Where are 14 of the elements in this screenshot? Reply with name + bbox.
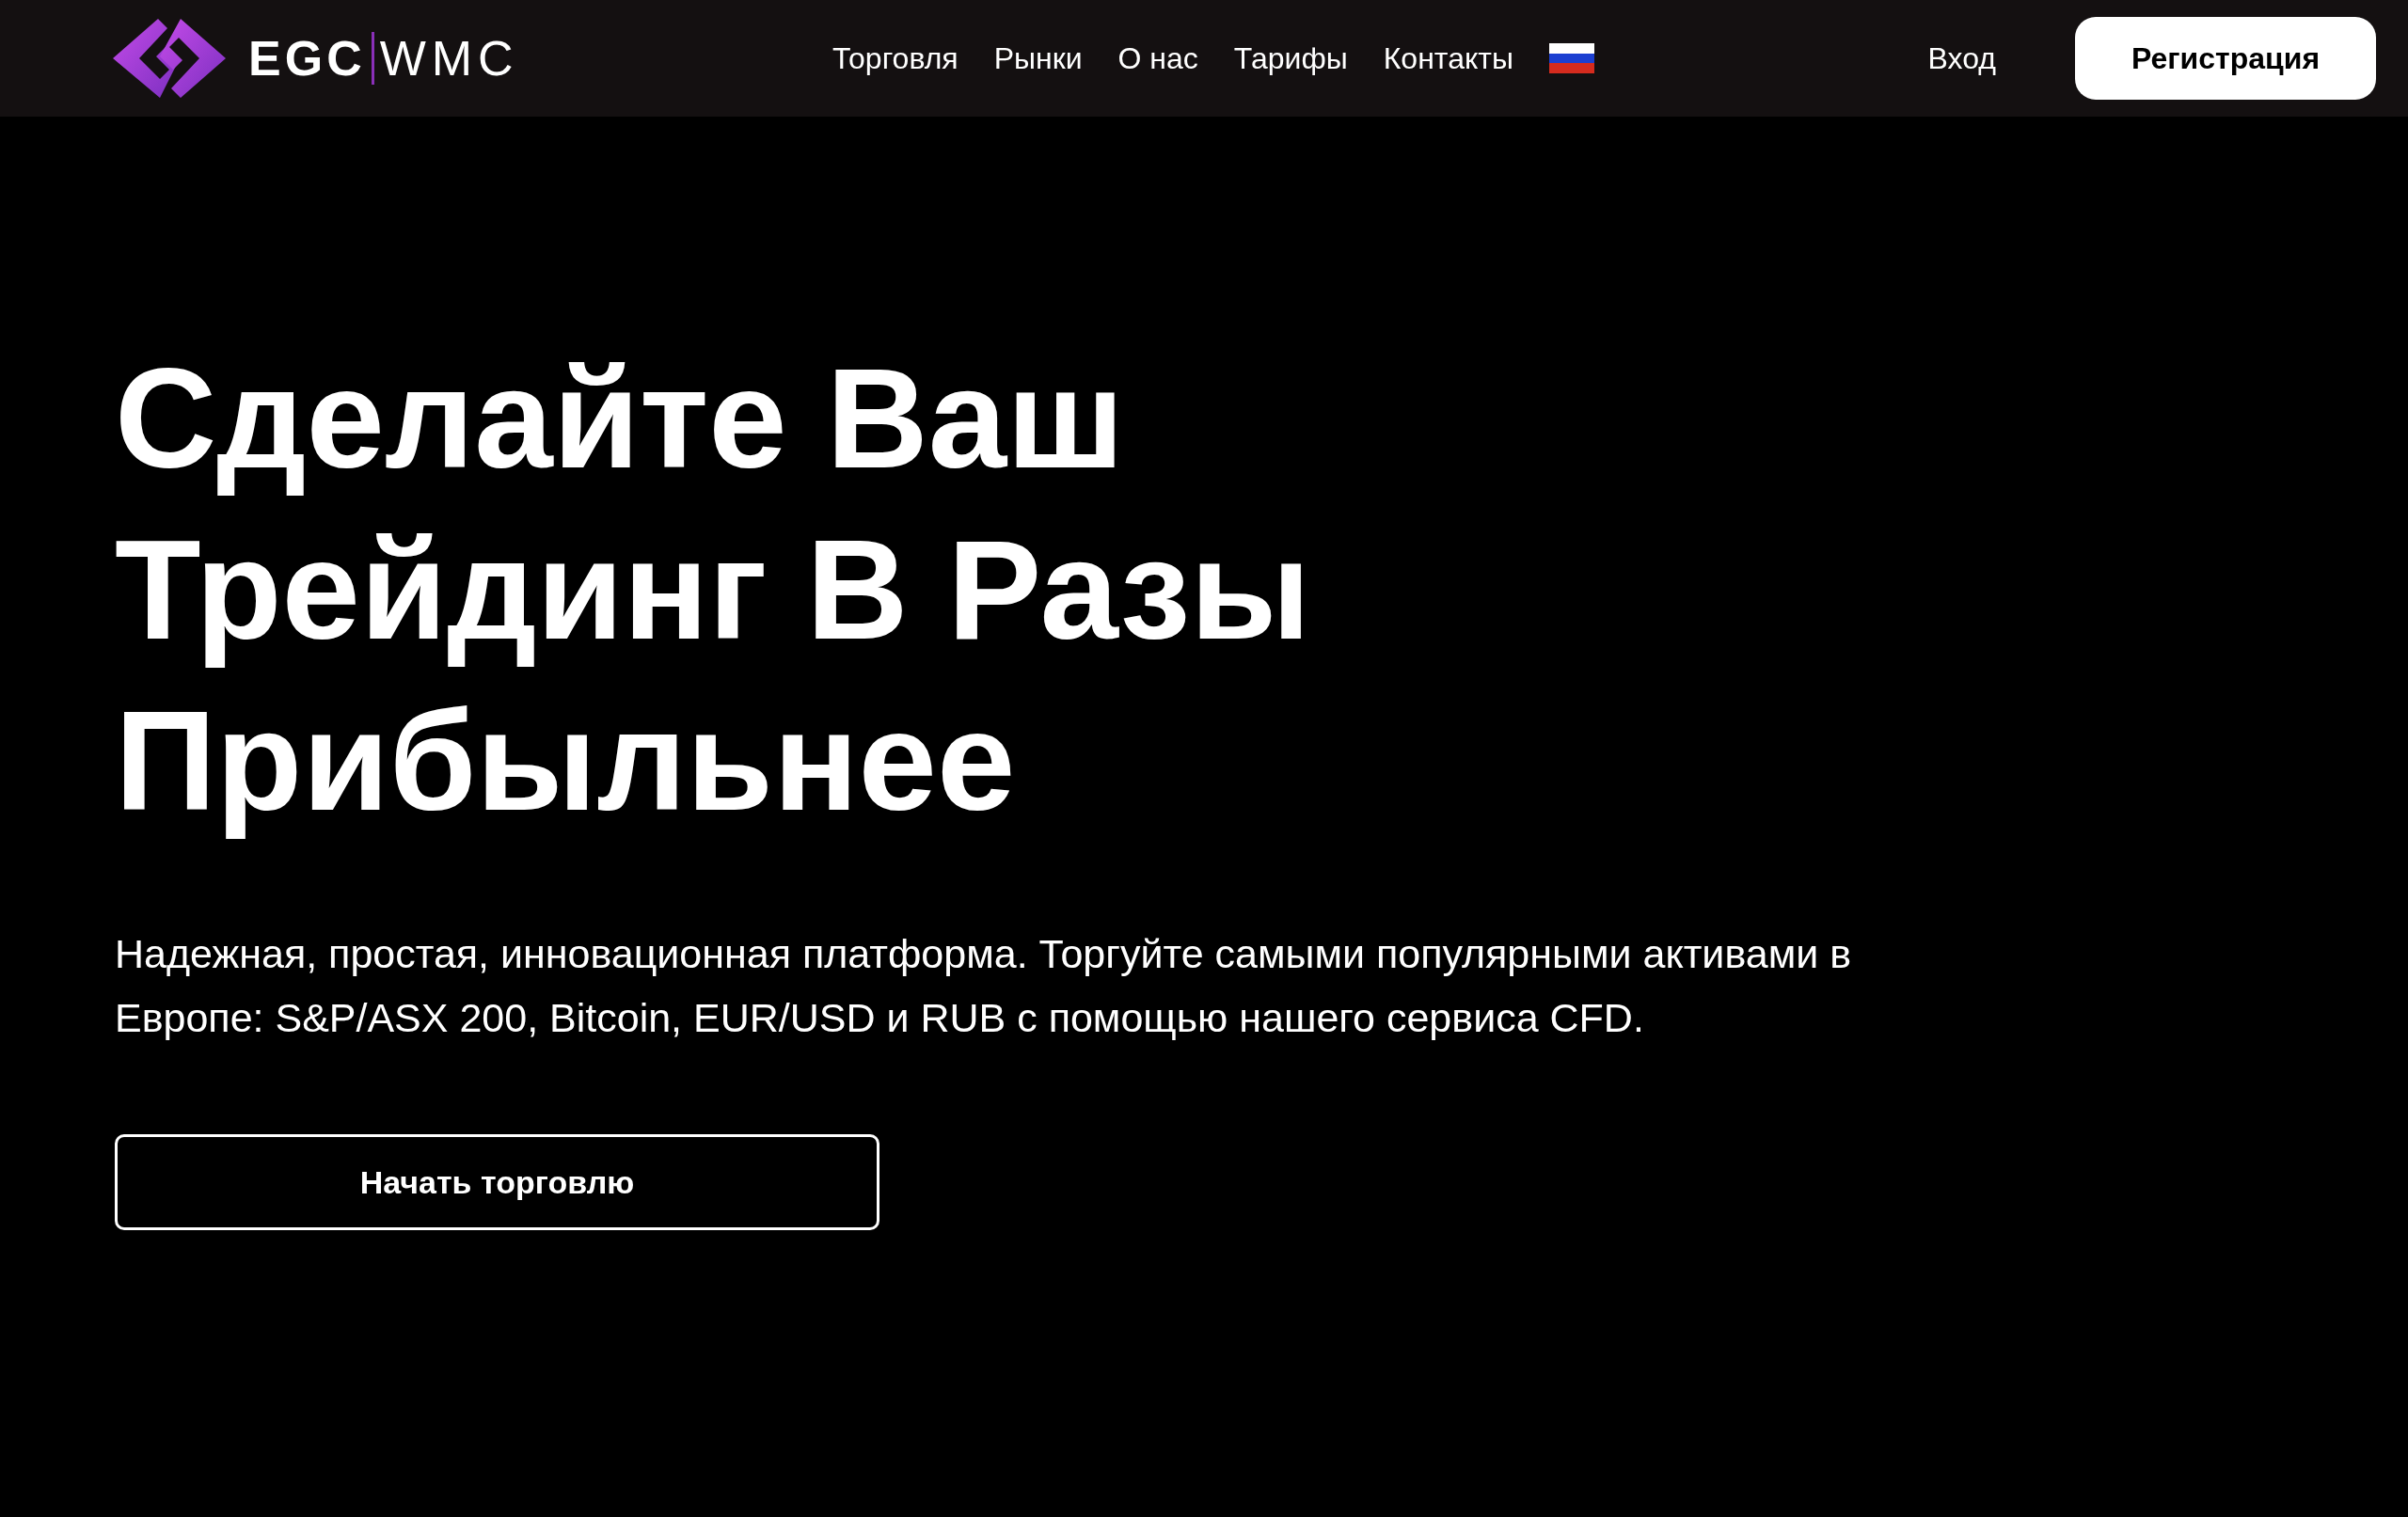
hero-title: Сделайте Ваш Трейдинг В Разы Прибыльнее — [115, 339, 1312, 842]
login-link[interactable]: Вход — [1927, 36, 1996, 81]
nav-link[interactable]: О нас — [1117, 36, 1198, 81]
register-button[interactable]: Регистрация — [2075, 17, 2376, 100]
start-trading-button[interactable]: Начать торговлю — [115, 1134, 879, 1230]
nav-link[interactable]: Торговля — [832, 36, 958, 81]
logo-divider — [371, 32, 374, 85]
nav-link[interactable]: Тарифы — [1233, 36, 1348, 81]
logo-text: WMC — [379, 30, 519, 87]
logo-text: EGC — [248, 30, 366, 87]
nav-link[interactable]: Контакты — [1383, 36, 1513, 81]
hero-description: Надежная, простая, инновационная платформа. Торгуйте самыми популярными активами в Европе: S&P/ASX 200, Bitcoin, EUR/USD и RUB с помощью нашего сервиса CFD. — [115, 930, 1853, 1042]
flag-icon — [1548, 43, 1594, 73]
nav-link[interactable]: Рынки — [993, 36, 1083, 81]
